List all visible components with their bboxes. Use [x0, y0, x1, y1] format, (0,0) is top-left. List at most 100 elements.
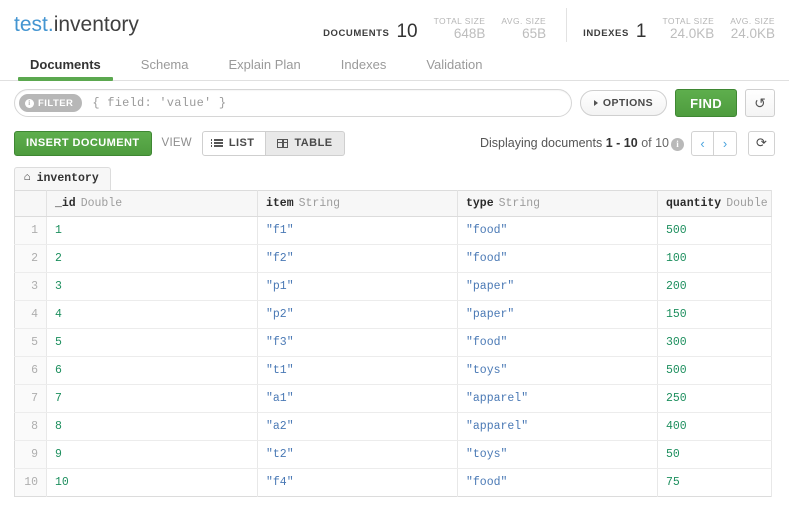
column-name: type — [466, 197, 494, 210]
cell-_id[interactable]: 1 — [47, 217, 258, 245]
pager-nav-group: ‹ › — [691, 131, 737, 156]
documents-stats: DOCUMENTS 10 TOTAL SIZE 648B AVG. SIZE 6… — [323, 16, 546, 42]
cell-type[interactable]: "apparel" — [458, 413, 658, 441]
cell-type[interactable]: "food" — [458, 329, 658, 357]
cell-type[interactable]: "apparel" — [458, 385, 658, 413]
pagination: Displaying documents 1 - 10 of 10i ‹ › ⟳ — [480, 131, 775, 156]
options-button[interactable]: OPTIONS — [580, 90, 667, 116]
cell-value: 500 — [666, 224, 687, 237]
tab-indexes[interactable]: Indexes — [321, 57, 407, 80]
pager-suffix: of 10 — [641, 136, 669, 150]
cell-item[interactable]: "f1" — [258, 217, 458, 245]
namespace-collection: inventory — [54, 13, 139, 36]
cell-value: 10 — [55, 476, 69, 489]
tab-validation[interactable]: Validation — [406, 57, 502, 80]
documents-toolbar: INSERT DOCUMENT VIEW LIST TABLE Displayi… — [0, 125, 789, 161]
next-page-button[interactable]: › — [714, 131, 737, 156]
table-row[interactable]: 44"p2""paper"150 — [15, 301, 772, 329]
cell-value: 300 — [666, 336, 687, 349]
table-row[interactable]: 11"f1""food"500 — [15, 217, 772, 245]
cell-quantity[interactable]: 500 — [658, 217, 772, 245]
cell-_id[interactable]: 3 — [47, 273, 258, 301]
row-index: 10 — [15, 469, 47, 497]
view-list-button[interactable]: LIST — [202, 131, 267, 156]
insert-document-button[interactable]: INSERT DOCUMENT — [14, 131, 152, 156]
tab-documents[interactable]: Documents — [10, 57, 121, 80]
cell-quantity[interactable]: 50 — [658, 441, 772, 469]
refresh-button[interactable]: ⟳ — [748, 131, 775, 156]
table-row[interactable]: 99"t2""toys"50 — [15, 441, 772, 469]
view-label: VIEW — [162, 137, 192, 149]
column-type: Double — [726, 197, 767, 210]
cell-_id[interactable]: 2 — [47, 245, 258, 273]
filter-input-wrapper[interactable]: i FILTER { field: 'value' } — [14, 89, 572, 117]
table-row[interactable]: 22"f2""food"100 — [15, 245, 772, 273]
cell-quantity[interactable]: 200 — [658, 273, 772, 301]
cell-item[interactable]: "t2" — [258, 441, 458, 469]
breadcrumb[interactable]: ⌂ inventory — [14, 167, 111, 190]
cell-quantity[interactable]: 400 — [658, 413, 772, 441]
table-row[interactable]: 77"a1""apparel"250 — [15, 385, 772, 413]
cell-quantity[interactable]: 250 — [658, 385, 772, 413]
indexes-stats: INDEXES 1 TOTAL SIZE 24.0KB AVG. SIZE 24… — [583, 16, 775, 42]
pager-range: 1 - 10 — [606, 136, 638, 150]
tab-explain-plan[interactable]: Explain Plan — [209, 57, 321, 80]
cell-type[interactable]: "paper" — [458, 273, 658, 301]
cell-value: 250 — [666, 392, 687, 405]
cell-quantity[interactable]: 150 — [658, 301, 772, 329]
cell-item[interactable]: "a1" — [258, 385, 458, 413]
view-table-button[interactable]: TABLE — [266, 131, 344, 156]
cell-quantity[interactable]: 500 — [658, 357, 772, 385]
cell-item[interactable]: "a2" — [258, 413, 458, 441]
prev-page-button[interactable]: ‹ — [691, 131, 714, 156]
cell-type[interactable]: "food" — [458, 217, 658, 245]
table-row[interactable]: 10 10 "f4" "food" 75 — [15, 469, 772, 497]
info-icon: i — [25, 99, 34, 108]
cell-_id[interactable]: 10 — [47, 469, 258, 497]
cell-item[interactable]: "f4" — [258, 469, 458, 497]
cell-item[interactable]: "p2" — [258, 301, 458, 329]
cell-_id[interactable]: 5 — [47, 329, 258, 357]
find-button[interactable]: FIND — [675, 89, 737, 117]
filter-query-placeholder: { field: 'value' } — [92, 96, 226, 110]
cell-quantity[interactable]: 300 — [658, 329, 772, 357]
reset-button[interactable]: ↺ — [745, 89, 775, 117]
query-bar: i FILTER { field: 'value' } OPTIONS FIND… — [0, 81, 789, 125]
cell-type[interactable]: "paper" — [458, 301, 658, 329]
row-index: 6 — [15, 357, 47, 385]
cell-_id[interactable]: 9 — [47, 441, 258, 469]
cell-_id[interactable]: 4 — [47, 301, 258, 329]
cell-type[interactable]: "toys" — [458, 441, 658, 469]
cell-type[interactable]: "food" — [458, 245, 658, 273]
cell-value: "food" — [466, 476, 507, 489]
cell-item[interactable]: "p1" — [258, 273, 458, 301]
table-row[interactable]: 88"a2""apparel"400 — [15, 413, 772, 441]
cell-item[interactable]: "t1" — [258, 357, 458, 385]
documents-count: 10 — [396, 22, 417, 42]
column-header-_id[interactable]: _idDouble — [47, 191, 258, 217]
cell-quantity[interactable]: 100 — [658, 245, 772, 273]
cell-value: "a2" — [266, 420, 294, 433]
collection-stats: DOCUMENTS 10 TOTAL SIZE 648B AVG. SIZE 6… — [323, 8, 775, 42]
filter-badge[interactable]: i FILTER — [19, 94, 82, 112]
cell-_id[interactable]: 7 — [47, 385, 258, 413]
cell-type[interactable]: "food" — [458, 469, 658, 497]
documents-table-container: ⌂ inventory _idDouble itemString typeStr… — [0, 161, 789, 497]
cell-type[interactable]: "toys" — [458, 357, 658, 385]
column-header-quantity[interactable]: quantityDouble — [658, 191, 772, 217]
table-header-row: _idDouble itemString typeString quantity… — [15, 191, 772, 217]
cell-item[interactable]: "f2" — [258, 245, 458, 273]
cell-item[interactable]: "f3" — [258, 329, 458, 357]
cell-_id[interactable]: 8 — [47, 413, 258, 441]
cell-value: 2 — [55, 252, 62, 265]
cell-_id[interactable]: 6 — [47, 357, 258, 385]
tab-schema[interactable]: Schema — [121, 57, 209, 80]
column-header-type[interactable]: typeString — [458, 191, 658, 217]
table-row[interactable]: 66"t1""toys"500 — [15, 357, 772, 385]
table-row[interactable]: 55"f3""food"300 — [15, 329, 772, 357]
column-header-item[interactable]: itemString — [258, 191, 458, 217]
cell-value: 200 — [666, 280, 687, 293]
table-row[interactable]: 33"p1""paper"200 — [15, 273, 772, 301]
cell-quantity[interactable]: 75 — [658, 469, 772, 497]
view-table-label: TABLE — [294, 137, 332, 149]
